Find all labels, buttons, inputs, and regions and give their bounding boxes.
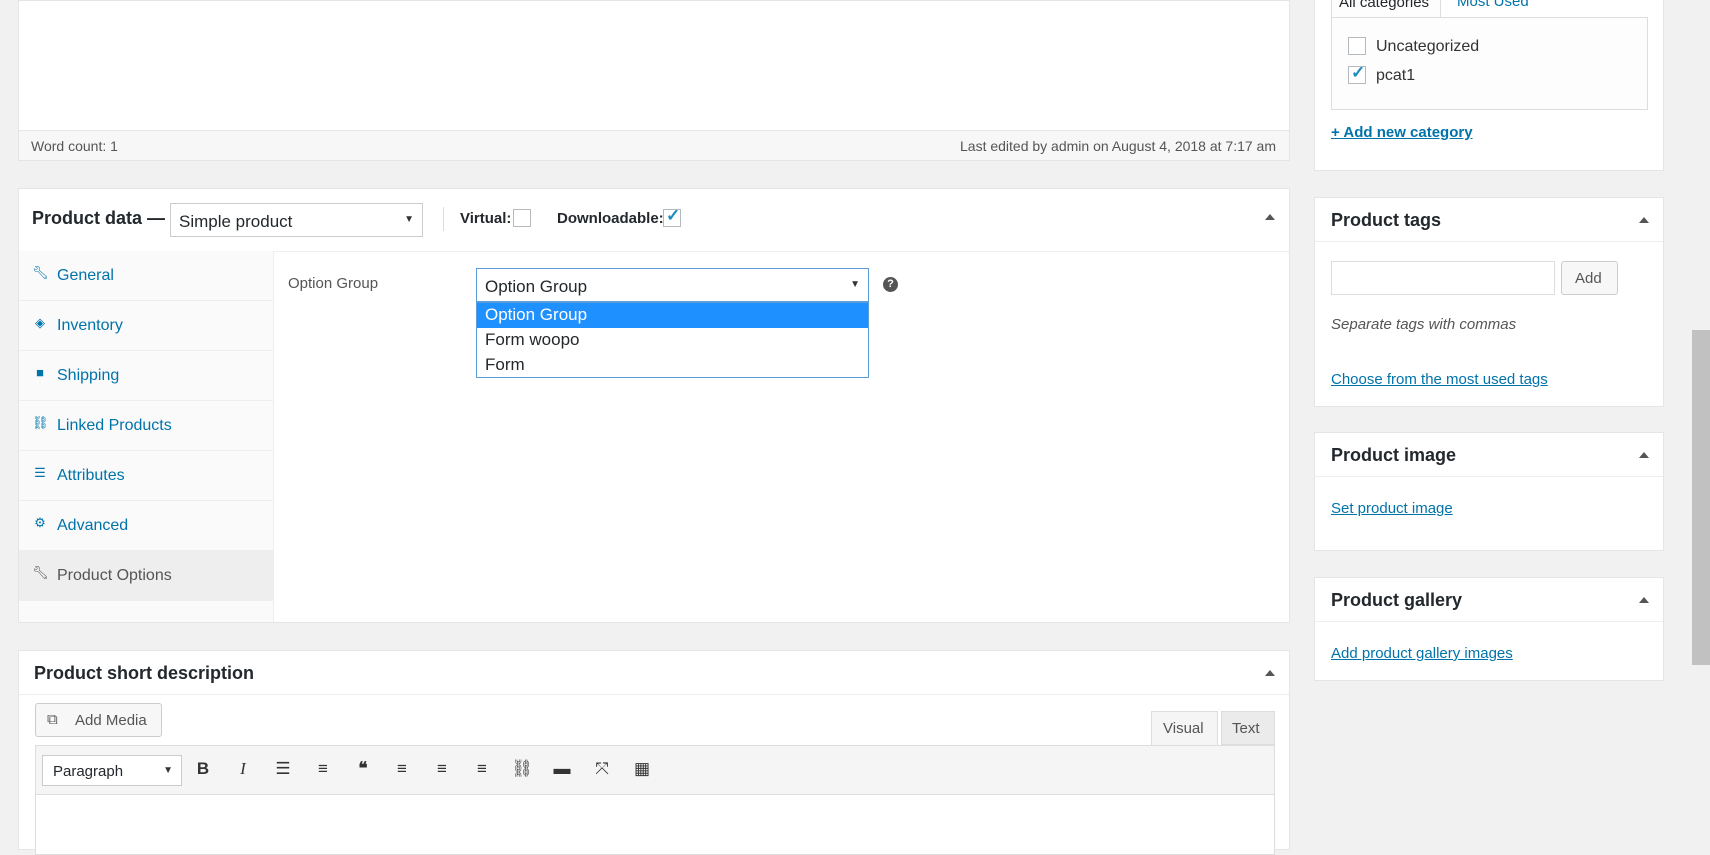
- gear-icon: ⚙: [34, 515, 46, 530]
- collapse-toggle-icon[interactable]: [1639, 217, 1649, 223]
- editor-toolbar: Paragraph ▼ B I ☰ ≡ ❝ ≡ ≡ ≡ ⛓ ▬ ⤧ ▦: [35, 745, 1275, 795]
- option-group-dropdown: Option Group Form woopo Form: [476, 302, 869, 378]
- checkmark-icon: ✓: [1351, 63, 1366, 82]
- dropdown-option[interactable]: Option Group: [477, 303, 868, 328]
- product-gallery-header: Product gallery: [1315, 578, 1663, 622]
- product-gallery-title: Product gallery: [1331, 590, 1463, 610]
- tab-inventory[interactable]: ◈ Inventory: [19, 301, 273, 351]
- option-group-select[interactable]: Option Group ▼: [476, 268, 869, 302]
- collapse-toggle-icon[interactable]: [1265, 214, 1275, 220]
- editor-status-bar: Word count: 1 Last edited by admin on Au…: [19, 130, 1289, 160]
- bold-icon[interactable]: B: [192, 759, 214, 779]
- product-data-title: Product data —: [32, 208, 166, 228]
- product-gallery-panel: Product gallery Add product gallery imag…: [1314, 577, 1664, 681]
- dropdown-option[interactable]: Form woopo: [477, 328, 868, 353]
- tab-linked-products[interactable]: ⛓ Linked Products: [19, 401, 273, 451]
- add-media-button[interactable]: ⧉ Add Media: [35, 703, 162, 737]
- category-item[interactable]: ✓ pcat1: [1348, 63, 1415, 85]
- help-icon[interactable]: ?: [883, 277, 898, 292]
- content-editor[interactable]: Word count: 1 Last edited by admin on Au…: [18, 0, 1290, 161]
- fullscreen-icon[interactable]: ⤧: [591, 759, 613, 779]
- short-description-panel: Product short description ⧉ Add Media Vi…: [18, 650, 1290, 855]
- category-checkbox[interactable]: ✓: [1348, 63, 1366, 84]
- align-left-icon[interactable]: ≡: [391, 759, 413, 779]
- product-tags-panel: Product tags Add Separate tags with comm…: [1314, 197, 1664, 407]
- product-data-header: Product data — Simple product ▼ Virtual:…: [19, 189, 1289, 252]
- word-count: Word count: 1: [31, 138, 118, 154]
- add-tag-button[interactable]: Add: [1561, 261, 1618, 295]
- category-checkbox[interactable]: [1348, 37, 1366, 55]
- product-data-panel: Product data — Simple product ▼ Virtual:…: [18, 188, 1290, 623]
- product-data-tabs: 🔧︎ General ◈ Inventory ■ Shipping ⛓ Link…: [19, 251, 274, 622]
- media-icon: ⧉: [47, 711, 58, 728]
- tab-product-options[interactable]: 🔧︎ Product Options: [19, 551, 273, 601]
- wrench-icon: 🔧︎: [32, 565, 49, 580]
- set-product-image-link[interactable]: Set product image: [1331, 500, 1453, 517]
- wrench-icon: 🔧︎: [32, 265, 49, 280]
- product-tags-title: Product tags: [1331, 210, 1442, 230]
- link-icon[interactable]: ⛓: [511, 759, 533, 779]
- downloadable-label: Downloadable:: [557, 210, 664, 227]
- numbered-list-icon[interactable]: ≡: [312, 759, 334, 779]
- downloadable-checkbox[interactable]: ✓: [663, 206, 681, 227]
- short-description-title: Product short description: [34, 663, 255, 683]
- virtual-label: Virtual:: [460, 210, 512, 227]
- virtual-checkbox[interactable]: [513, 209, 531, 227]
- short-description-header: Product short description: [19, 651, 1289, 695]
- tab-all-categories[interactable]: All categories: [1331, 0, 1441, 17]
- tab-text[interactable]: Text: [1221, 711, 1275, 745]
- divider: [443, 207, 444, 231]
- collapse-toggle-icon[interactable]: [1639, 452, 1649, 458]
- italic-icon[interactable]: I: [232, 759, 254, 779]
- product-image-panel: Product image Set product image: [1314, 432, 1664, 551]
- scrollbar[interactable]: [1692, 330, 1710, 665]
- add-gallery-images-link[interactable]: Add product gallery images: [1331, 645, 1513, 662]
- last-edited: Last edited by admin on August 4, 2018 a…: [960, 138, 1276, 154]
- tab-most-used[interactable]: Most Used: [1457, 0, 1529, 10]
- format-select[interactable]: Paragraph ▼: [42, 755, 182, 786]
- checkmark-icon: ✓: [666, 206, 681, 225]
- add-new-category-link[interactable]: + Add new category: [1331, 124, 1473, 141]
- toolbar-toggle-icon[interactable]: ▦: [631, 759, 653, 779]
- product-categories-panel: All categories Most Used Uncategorized ✓…: [1314, 0, 1664, 171]
- tab-shipping[interactable]: ■ Shipping: [19, 351, 273, 401]
- tag-icon: ◈: [35, 315, 45, 330]
- product-image-title: Product image: [1331, 445, 1457, 465]
- product-type-select[interactable]: Simple product ▼: [170, 203, 423, 237]
- product-tags-header: Product tags: [1315, 198, 1663, 242]
- bulleted-list-icon[interactable]: ☰: [272, 759, 294, 779]
- chevron-down-icon: ▼: [163, 765, 173, 776]
- read-more-icon[interactable]: ▬: [551, 759, 573, 779]
- collapse-toggle-icon[interactable]: [1265, 670, 1275, 676]
- tag-input[interactable]: [1331, 261, 1555, 295]
- list-icon: ☰: [34, 465, 46, 480]
- chevron-down-icon: ▼: [404, 214, 414, 225]
- product-image-header: Product image: [1315, 433, 1663, 477]
- blockquote-icon[interactable]: ❝: [352, 759, 374, 779]
- dropdown-option[interactable]: Form: [477, 353, 868, 378]
- short-description-editor[interactable]: [35, 795, 1275, 855]
- collapse-toggle-icon[interactable]: [1639, 597, 1649, 603]
- tab-general[interactable]: 🔧︎ General: [19, 251, 273, 301]
- tab-advanced[interactable]: ⚙ Advanced: [19, 501, 273, 551]
- chevron-down-icon: ▼: [850, 279, 860, 290]
- category-checklist: Uncategorized ✓ pcat1: [1331, 17, 1648, 110]
- choose-most-used-tags-link[interactable]: Choose from the most used tags: [1331, 371, 1548, 388]
- truck-icon: ■: [36, 365, 44, 380]
- tags-hint: Separate tags with commas: [1331, 316, 1517, 333]
- category-item[interactable]: Uncategorized: [1348, 37, 1479, 56]
- tab-visual[interactable]: Visual: [1151, 711, 1218, 746]
- align-right-icon[interactable]: ≡: [471, 759, 493, 779]
- tab-attributes[interactable]: ☰ Attributes: [19, 451, 273, 501]
- link-icon: ⛓: [32, 415, 49, 430]
- align-center-icon[interactable]: ≡: [431, 759, 453, 779]
- option-group-label: Option Group: [288, 275, 379, 292]
